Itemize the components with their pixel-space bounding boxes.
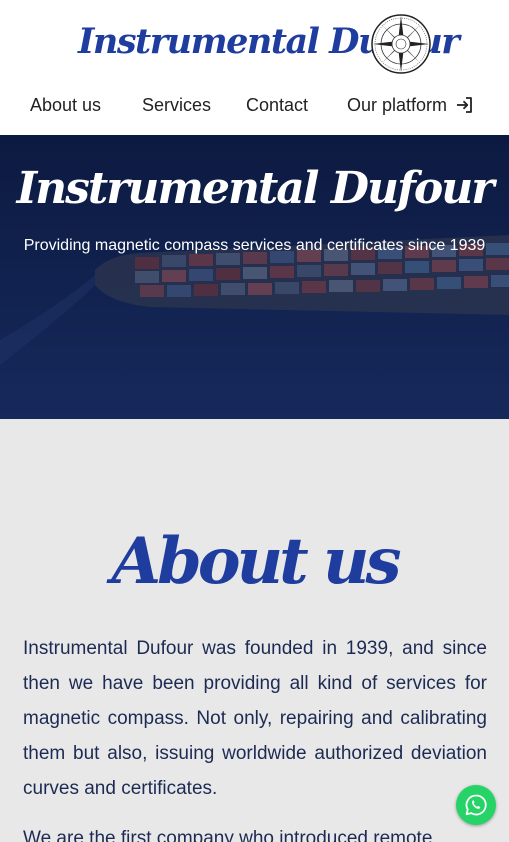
nav-contact[interactable]: Contact (246, 92, 308, 118)
compass-rose-icon[interactable] (370, 13, 432, 75)
site-header: Instrumental Dufour About us Services Co… (0, 0, 509, 135)
about-heading: About us (111, 524, 401, 600)
hero-subtitle: Providing magnetic compass services and … (23, 237, 486, 254)
whatsapp-icon (465, 794, 487, 816)
hero-banner: Instrumental Dufour Providing magnetic c… (0, 135, 509, 419)
login-arrow-icon[interactable] (455, 95, 475, 115)
nav-about-us[interactable]: About us (30, 92, 101, 118)
nav-our-platform[interactable]: Our platform (347, 92, 447, 118)
whatsapp-button[interactable] (456, 785, 496, 825)
about-paragraph: Instrumental Dufour was founded in 1939,… (23, 638, 487, 799)
main-nav: About us Services Contact Our platform (0, 92, 509, 120)
about-section: About us Instrumental Dufour was founded… (0, 419, 509, 842)
nav-services[interactable]: Services (142, 92, 211, 118)
hero-title: Instrumental Dufour (16, 163, 495, 214)
about-paragraph: We are the first company who introduced … (23, 828, 433, 842)
